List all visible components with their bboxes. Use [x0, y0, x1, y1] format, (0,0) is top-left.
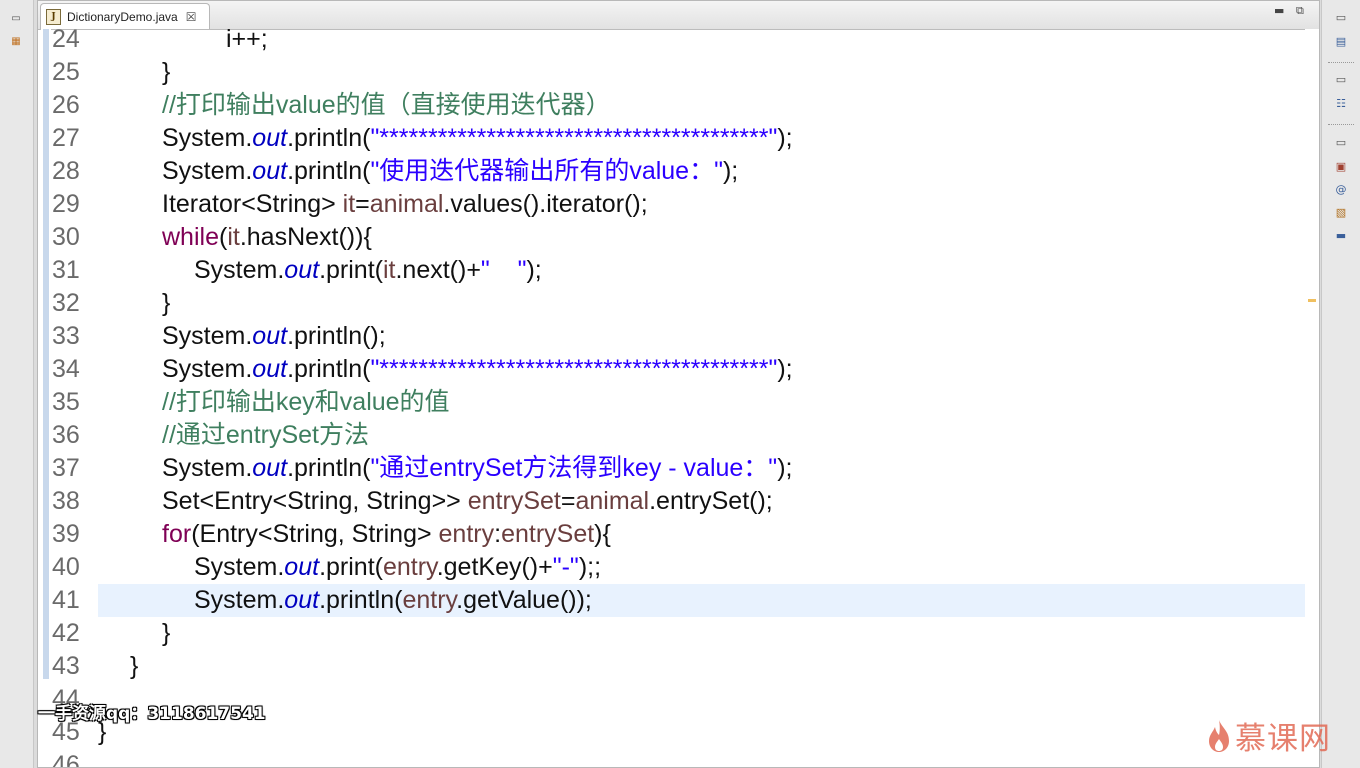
line-number: 29: [52, 190, 80, 218]
code-text[interactable]: System.out.println("********************…: [162, 353, 793, 386]
code-line[interactable]: 34 System.out.println("******************…: [38, 353, 1305, 386]
code-text[interactable]: System.out.print(entry.getKey()+"-");;: [194, 551, 601, 584]
restore-icon[interactable]: ▭: [1333, 72, 1349, 88]
code-text[interactable]: }: [162, 617, 170, 650]
code-text[interactable]: }: [130, 650, 138, 683]
code-text[interactable]: for(Entry<String, String> entry:entrySet…: [162, 518, 611, 551]
overview-ruler[interactable]: [1305, 29, 1319, 767]
restore-icon[interactable]: ▭: [9, 12, 23, 26]
code-text[interactable]: while(it.hasNext()){: [162, 221, 372, 254]
code-line[interactable]: 37 System.out.println("通过entrySet方法得到key …: [38, 452, 1305, 485]
restore-icon[interactable]: ▭: [1333, 135, 1349, 151]
line-number: 43: [52, 652, 80, 680]
code-text[interactable]: //通过entrySet方法: [162, 419, 369, 452]
watermark-text: 一手资源qq：3118617541: [38, 704, 266, 724]
left-trim-bar: ▭ ▦: [0, 0, 34, 768]
code-line[interactable]: 25}: [38, 56, 1305, 89]
outline-icon[interactable]: ☷: [1333, 96, 1349, 112]
code-line[interactable]: 26 //打印输出value的值（直接使用迭代器）: [38, 89, 1305, 122]
line-number: 35: [52, 388, 80, 416]
code-line[interactable]: 31 System.out.print(it.next()+" ");: [38, 254, 1305, 287]
line-number: 31: [52, 256, 80, 284]
line-number: 28: [52, 157, 80, 185]
line-number: 39: [52, 520, 80, 548]
line-number: 27: [52, 124, 80, 152]
line-number: 36: [52, 421, 80, 449]
code-text[interactable]: Iterator<String> it=animal.values().iter…: [162, 188, 648, 221]
code-text[interactable]: System.out.println("通过entrySet方法得到key - …: [162, 452, 792, 485]
toolbar-separator: [1328, 62, 1354, 63]
code-line[interactable]: 46: [38, 749, 1305, 767]
code-text[interactable]: Set<Entry<String, String>> entrySet=anim…: [162, 485, 773, 518]
line-number: 42: [52, 619, 80, 647]
java-editor[interactable]: J DictionaryDemo.java ☒ ▬ ⧉ 24 i++; 25} 26/…: [37, 0, 1320, 768]
toolbar-separator: [1328, 124, 1354, 125]
code-line[interactable]: 42}: [38, 617, 1305, 650]
code-text[interactable]: }: [162, 287, 170, 320]
code-line[interactable]: 32}: [38, 287, 1305, 320]
line-number: 41: [52, 586, 80, 614]
problems-icon[interactable]: ▣: [1333, 159, 1349, 175]
code-area[interactable]: 24 i++; 25} 26//打印输出value的值（直接使用迭代器） 27 Syste…: [38, 21, 1305, 767]
line-number: 46: [52, 751, 80, 767]
code-line[interactable]: 29 Iterator<String> it=animal.values().it…: [38, 188, 1305, 221]
code-line[interactable]: 36 //通过entrySet方法: [38, 419, 1305, 452]
code-line[interactable]: 39 for(Entry<String, String> entry:entryS…: [38, 518, 1305, 551]
task-list-icon[interactable]: ▤: [1333, 34, 1349, 50]
line-number: 25: [52, 58, 80, 86]
right-trim-bar: ▭ ▤ ▭ ☷ ▭ ▣ @ ▧ ▬: [1321, 0, 1360, 768]
overview-marker[interactable]: [1308, 299, 1316, 302]
code-line[interactable]: 30 while(it.hasNext()){: [38, 221, 1305, 254]
line-number: 34: [52, 355, 80, 383]
code-text[interactable]: }: [162, 56, 170, 89]
code-text[interactable]: System.out.println(entry.getValue());: [194, 584, 592, 617]
console-icon[interactable]: ▬: [1333, 228, 1349, 244]
code-line[interactable]: 35 //打印输出key和value的值: [38, 386, 1305, 419]
restore-icon[interactable]: ▭: [1333, 10, 1349, 26]
current-code-line[interactable]: 41 System.out.println(entry.getValue());: [52, 584, 1305, 617]
line-number: 38: [52, 487, 80, 515]
line-number: 30: [52, 223, 80, 251]
code-text[interactable]: System.out.println();: [162, 320, 386, 353]
maximize-icon[interactable]: ⧉: [1296, 4, 1304, 18]
code-text[interactable]: i++;: [226, 23, 268, 56]
code-text[interactable]: //打印输出key和value的值: [162, 386, 450, 419]
code-line[interactable]: 40 System.out.print(entry.getKey()+"-");;: [38, 551, 1305, 584]
code-line[interactable]: 43}: [38, 650, 1305, 683]
code-text[interactable]: System.out.println("********************…: [162, 122, 793, 155]
package-explorer-icon[interactable]: ▦: [9, 35, 23, 49]
code-line[interactable]: 28 System.out.println("使用迭代器输出所有的value：")…: [38, 155, 1305, 188]
code-text[interactable]: //打印输出value的值（直接使用迭代器）: [162, 89, 611, 122]
javadoc-icon[interactable]: @: [1333, 182, 1349, 198]
code-line[interactable]: 27 System.out.println("******************…: [38, 122, 1305, 155]
line-number: 37: [52, 454, 80, 482]
code-line[interactable]: 24 i++;: [38, 23, 1305, 56]
line-number: 33: [52, 322, 80, 350]
code-text[interactable]: System.out.print(it.next()+" ");: [194, 254, 542, 287]
code-line[interactable]: 33 System.out.println();: [38, 320, 1305, 353]
line-number: 24: [52, 25, 80, 53]
flame-icon: [1209, 719, 1229, 752]
code-line[interactable]: 38 Set<Entry<String, String>> entrySet=an…: [38, 485, 1305, 518]
line-number: 40: [52, 553, 80, 581]
code-text[interactable]: System.out.println("使用迭代器输出所有的value：");: [162, 155, 738, 188]
logo-text: 慕课网: [1235, 721, 1331, 757]
line-number: 26: [52, 91, 80, 119]
minimize-icon[interactable]: ▬: [1274, 4, 1284, 17]
declaration-icon[interactable]: ▧: [1333, 205, 1349, 221]
imooc-logo: 慕课网: [1207, 713, 1331, 758]
line-number: 32: [52, 289, 80, 317]
